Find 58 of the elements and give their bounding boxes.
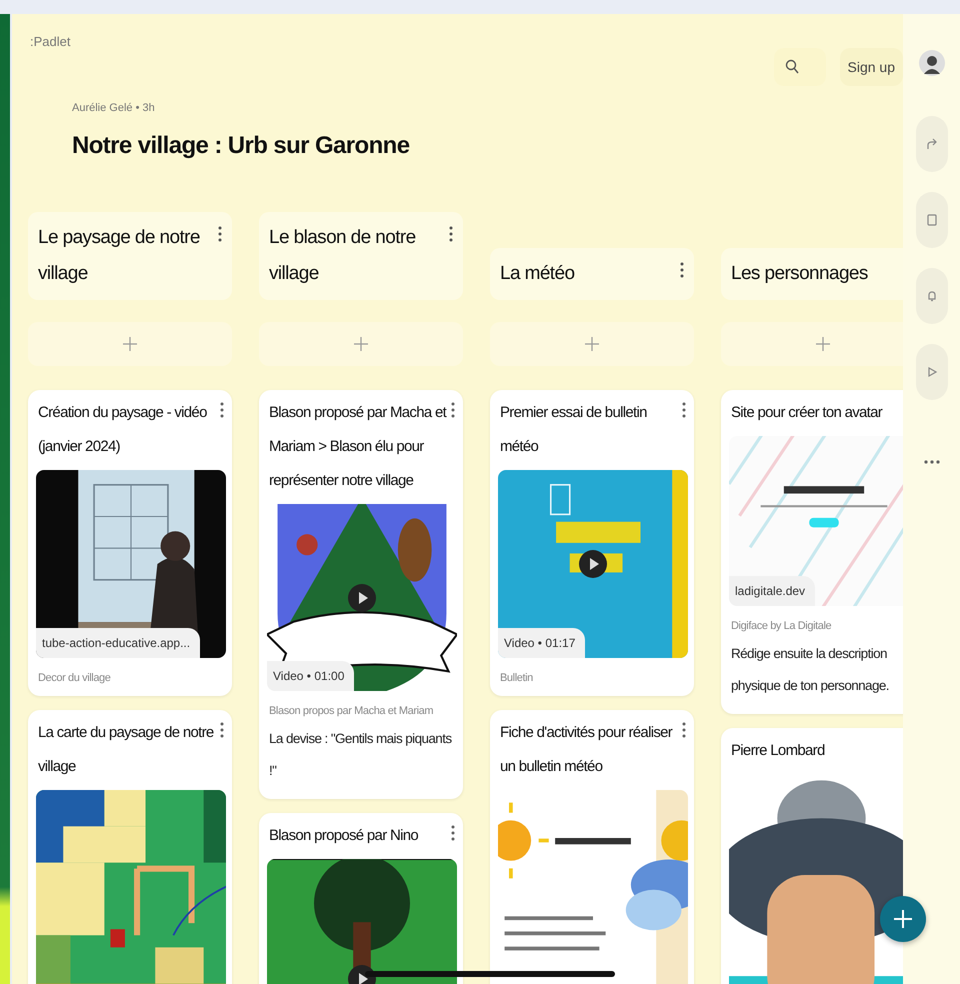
board-title: Notre village : Urb sur Garonne bbox=[72, 132, 410, 160]
kebab-menu-icon[interactable] bbox=[451, 825, 455, 841]
column-title: La météo bbox=[500, 262, 574, 286]
post-title: Blason proposé par Macha et Mariam > Blason élu pour représenter notre village bbox=[269, 403, 447, 491]
plus-icon bbox=[354, 337, 368, 351]
post-body: La devise : "Gentils mais piquants !" bbox=[269, 730, 453, 780]
column-title: Les personnages bbox=[731, 262, 868, 286]
play-icon[interactable] bbox=[579, 550, 607, 578]
more-icon[interactable] bbox=[924, 460, 940, 464]
bell-icon bbox=[926, 290, 938, 302]
logo[interactable]: :Padlet bbox=[30, 34, 70, 49]
play-icon bbox=[926, 366, 938, 378]
media-label: Video • 01:00 bbox=[267, 661, 354, 691]
kebab-menu-icon[interactable] bbox=[449, 226, 453, 242]
plus-icon bbox=[123, 337, 137, 351]
post-card[interactable]: Site pour créer ton avatar ladigitale.dev Digiface by La Digitale Rédige ensuite la description physique de ton personnage. bbox=[721, 390, 903, 714]
user-avatar[interactable] bbox=[918, 48, 944, 78]
post-title: Site pour créer ton avatar bbox=[731, 403, 882, 423]
kebab-menu-icon[interactable] bbox=[220, 722, 224, 738]
media-label: tube-action-educative.app... bbox=[36, 628, 200, 658]
post-caption: Decor du village bbox=[38, 672, 112, 684]
search-button[interactable] bbox=[774, 48, 826, 86]
post-card[interactable]: Blason proposé par Nino bbox=[259, 813, 463, 984]
post-card[interactable]: Création du paysage - vidéo (janvier 2024) tube-action-educative.app... Decor du village bbox=[28, 390, 232, 696]
post-card[interactable]: Pierre Lombard bbox=[721, 728, 903, 984]
plus-icon bbox=[816, 337, 830, 351]
post-caption: Bulletin bbox=[500, 672, 534, 684]
kebab-menu-icon[interactable] bbox=[680, 262, 684, 278]
post-caption: Digiface by La Digitale bbox=[731, 620, 832, 632]
plus-icon bbox=[894, 910, 912, 928]
post-title: Fiche d'activités pour réaliser un bulletin météo bbox=[500, 723, 674, 777]
post-card[interactable]: Fiche d'activités pour réaliser un bulletin météo bbox=[490, 710, 694, 984]
search-icon bbox=[784, 59, 799, 75]
post-title: La carte du paysage de notre village bbox=[38, 723, 215, 777]
post-title: Pierre Lombard bbox=[731, 741, 825, 761]
kebab-menu-icon[interactable] bbox=[682, 722, 686, 738]
media-label: ladigitale.dev bbox=[729, 576, 816, 606]
kebab-menu-icon[interactable] bbox=[682, 402, 686, 418]
column-title: Le paysage de notre village bbox=[38, 226, 201, 286]
post-body: Rédige ensuite la description physique de ton personnage. bbox=[731, 645, 890, 695]
plus-icon bbox=[585, 337, 599, 351]
post-title: Blason proposé par Nino bbox=[269, 826, 418, 846]
post-card[interactable]: Blason proposé par Macha et Mariam > Blason élu pour représenter notre village Video • 01:00 Blason propos par Macha et Mariam La devise : "Gentils mais piquants !" bbox=[259, 390, 463, 799]
author-byline: Aurélie Gelé • 3h bbox=[72, 102, 156, 114]
post-title: Premier essai de bulletin météo bbox=[500, 403, 648, 457]
kebab-menu-icon[interactable] bbox=[218, 226, 222, 242]
post-card[interactable]: La carte du paysage de notre village bbox=[28, 710, 232, 984]
post-card[interactable]: Premier essai de bulletin météo Video • 01:17 Bulletin bbox=[490, 390, 694, 696]
kebab-menu-icon[interactable] bbox=[451, 402, 455, 418]
copy-icon bbox=[926, 214, 938, 226]
post-caption: Blason propos par Macha et Mariam bbox=[269, 705, 434, 717]
kebab-menu-icon[interactable] bbox=[220, 402, 224, 418]
column-title: Le blason de notre village bbox=[269, 226, 417, 286]
post-title: Création du paysage - vidéo (janvier 2024) bbox=[38, 403, 208, 457]
play-icon[interactable] bbox=[348, 584, 376, 612]
share-icon bbox=[926, 138, 938, 150]
sign-up-button[interactable]: Sign up bbox=[840, 48, 903, 86]
media-label: Video • 01:17 bbox=[498, 628, 586, 658]
